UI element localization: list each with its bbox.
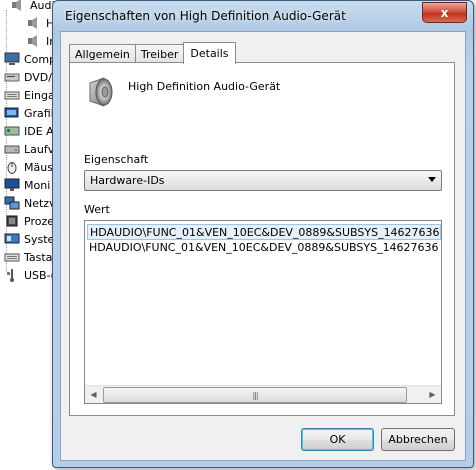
ok-button[interactable]: OK [301,428,374,451]
close-icon: x [440,5,449,20]
device-name: High Definition Audio-Gerät [128,80,281,93]
chevron-down-icon [428,177,436,182]
tree-item-drives[interactable]: Laufv [4,140,54,158]
system-devices-icon [4,232,20,246]
mouse-icon [4,160,20,174]
list-item[interactable]: HDAUDIO\FUNC_01&VEN_10EC&DEV_0889&SUBSYS… [87,224,441,240]
tree-item-computer[interactable]: Comp [4,50,56,68]
tree-item-h[interactable]: H [26,14,54,32]
scroll-right-icon[interactable]: ▶ [424,386,441,403]
disk-drive-icon [4,142,20,156]
tree-item-mice[interactable]: Mäus [4,158,53,176]
scroll-left-icon[interactable]: ◀ [85,386,102,403]
property-dropdown[interactable]: Hardware-IDs [84,170,442,191]
network-adapter-icon [4,196,20,210]
details-panel: High Definition Audio-Gerät Eigenschaft … [69,62,455,416]
speaker-icon [84,75,118,109]
tab-details[interactable]: Details [183,42,236,64]
window-title: Eigenschaften von High Definition Audio-… [65,9,346,23]
title-bar[interactable]: Eigenschaften von High Definition Audio-… [53,1,473,31]
speaker-icon [26,16,42,30]
speaker-icon [26,34,42,48]
keyboard-icon [4,250,20,264]
value-listbox[interactable]: HDAUDIO\FUNC_01&VEN_10EC&DEV_0889&SUBSYS… [84,220,442,404]
dialog-client-area: Allgemein Treiber Details High Definitio… [60,31,466,461]
tree-item-usb[interactable]: USB-( [4,266,55,284]
audio-icon [10,0,26,12]
tab-strip: Allgemein Treiber Details [69,42,236,64]
ide-controller-icon [4,124,20,138]
tree-item-keyboards[interactable]: Tasta [4,248,52,266]
tab-driver[interactable]: Treiber [134,44,185,63]
list-item[interactable]: HDAUDIO\FUNC_01&VEN_10EC&DEV_0889&SUBSYS… [87,240,439,255]
tree-item-network[interactable]: Netzv [4,194,56,212]
grip-icon: ||| [252,390,258,400]
close-button[interactable]: x [422,2,467,23]
tree-item-processors[interactable]: Proze [4,212,54,230]
device-manager-tree: Audio H In Comp DVD/ Einga Grafik [0,0,61,470]
usb-icon [4,268,20,282]
display-adapter-icon [4,106,20,120]
property-dropdown-value: Hardware-IDs [90,174,165,187]
properties-dialog: Eigenschaften von High Definition Audio-… [52,0,474,468]
tree-item-graphics[interactable]: Grafik [4,104,57,122]
processor-icon [4,214,20,228]
value-label: Wert [84,203,110,216]
dvd-drive-icon [4,70,20,84]
tab-general[interactable]: Allgemein [69,44,136,63]
tree-item-monitors[interactable]: Moni [4,176,50,194]
keyboard-icon [4,88,20,102]
cancel-button[interactable]: Abbrechen [381,428,455,451]
tree-item-input[interactable]: Einga [4,86,55,104]
property-label: Eigenschaft [84,153,149,166]
tree-item-dvd[interactable]: DVD/ [4,68,52,86]
tree-item-ide[interactable]: IDE A [4,122,54,140]
computer-icon [4,52,20,66]
horizontal-scrollbar[interactable]: ◀ ||| ▶ [85,385,441,403]
monitor-icon [4,178,20,192]
tree-item-system[interactable]: Syste [4,230,54,248]
scrollbar-thumb[interactable]: ||| [103,387,407,403]
